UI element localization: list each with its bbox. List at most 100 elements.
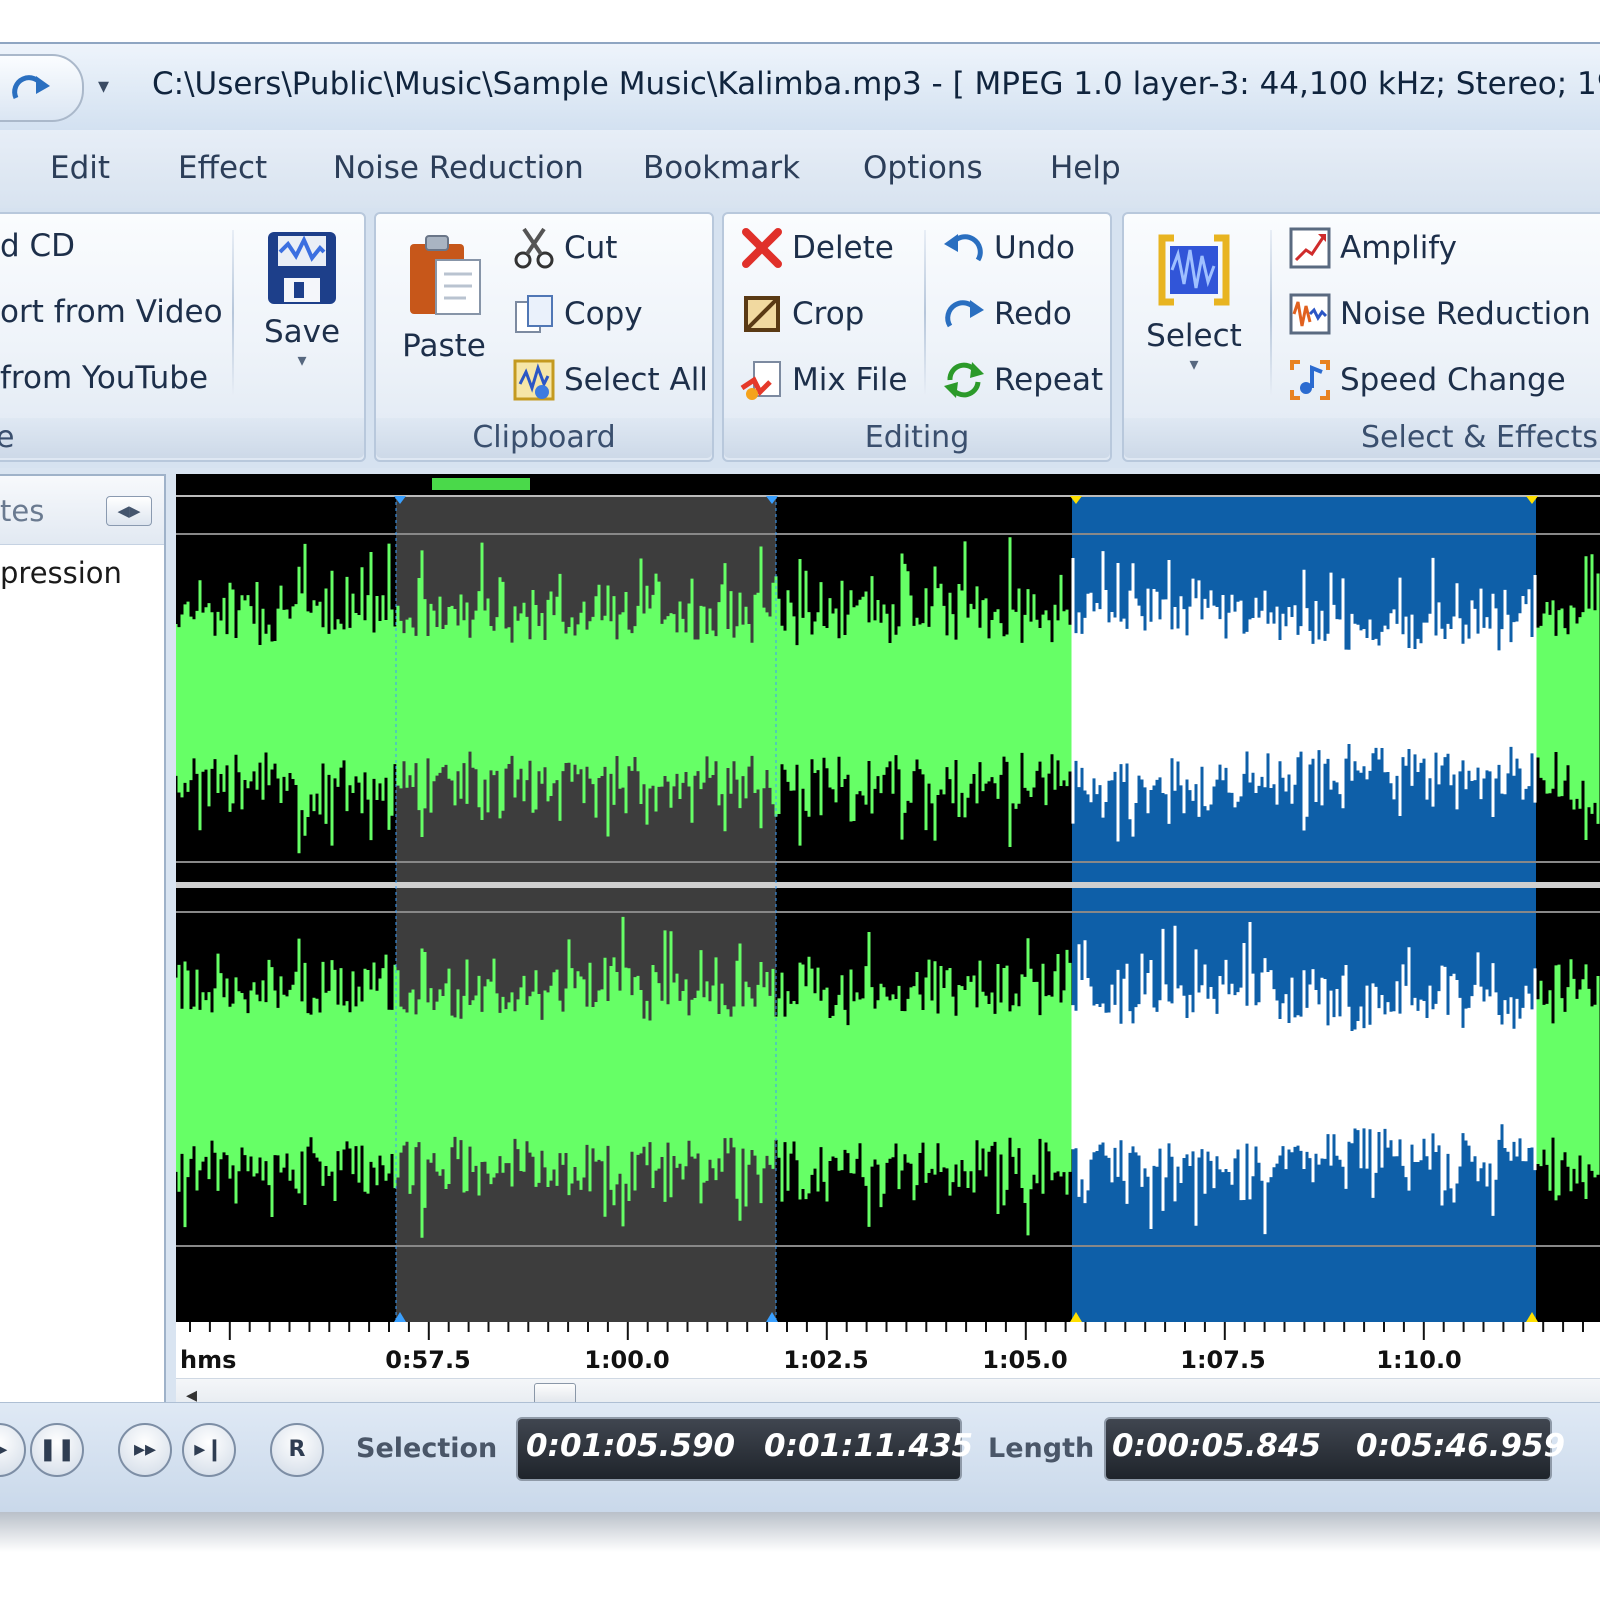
select-icon bbox=[1158, 234, 1230, 306]
redo-button[interactable]: Redo bbox=[942, 292, 1072, 336]
menu-bar: Edit Effect Noise Reduction Bookmark Opt… bbox=[0, 130, 1600, 208]
clipboard-group-label: Clipboard bbox=[376, 418, 712, 458]
list-item[interactable]: pression bbox=[0, 556, 122, 590]
window-title: C:\Users\Public\Music\Sample Music\Kalim… bbox=[152, 66, 1600, 102]
length-display: 0:00:05.845 0:05:46.959 bbox=[1104, 1417, 1565, 1481]
ruler-ticks bbox=[189, 1322, 1584, 1340]
length-value: 0:00:05.845 bbox=[1112, 1428, 1322, 1464]
record-button[interactable]: R bbox=[270, 1423, 324, 1477]
paste-label: Paste bbox=[402, 328, 486, 364]
speed-change-icon bbox=[1290, 360, 1330, 400]
mix-file-icon bbox=[740, 361, 781, 400]
tick-label: 1:00.0 bbox=[584, 1346, 670, 1374]
clipboard-group: Paste Cut Copy Select All Clipboard bbox=[374, 212, 714, 462]
editing-group: Delete Crop Mix File Undo Redo Repeat Ed… bbox=[722, 212, 1112, 462]
delete-label: Delete bbox=[792, 230, 894, 266]
selection-start-value: 0:01:05.590 bbox=[526, 1428, 736, 1464]
select-button[interactable]: Select ▾ bbox=[1144, 230, 1244, 375]
load-cd-label: d CD bbox=[0, 228, 76, 264]
file-group-label: e bbox=[0, 418, 364, 458]
left-panel-title: tes bbox=[0, 494, 45, 528]
panel-scroll-arrows-icon[interactable]: ◀▶ bbox=[106, 496, 152, 526]
length-label: Length bbox=[988, 1433, 1095, 1464]
separator bbox=[1270, 230, 1272, 396]
quick-access-redo-button[interactable] bbox=[0, 54, 84, 122]
select-all-label: Select All bbox=[564, 362, 708, 398]
pause-button[interactable]: ❚❚ bbox=[30, 1423, 84, 1477]
waveform-canvas[interactable] bbox=[176, 474, 1600, 1322]
save-dropdown-icon: ▾ bbox=[297, 350, 307, 371]
file-group: d CD ort from Video from YouTube Save ▾ … bbox=[0, 212, 366, 462]
menu-edit[interactable]: Edit bbox=[50, 150, 110, 186]
menu-noise-reduction[interactable]: Noise Reduction bbox=[333, 150, 584, 186]
redo-label: Redo bbox=[994, 296, 1072, 332]
time-unit-label: hms bbox=[180, 1346, 237, 1374]
scissors-icon bbox=[514, 227, 554, 269]
paste-button[interactable]: Paste bbox=[394, 230, 494, 364]
play-button[interactable]: ▶ bbox=[0, 1423, 26, 1477]
mix-file-button[interactable]: Mix File bbox=[740, 358, 907, 402]
save-label: Save bbox=[263, 314, 341, 350]
noise-reduction-icon bbox=[1289, 293, 1331, 335]
crop-label: Crop bbox=[792, 296, 865, 332]
tick-label: 1:07.5 bbox=[1180, 1346, 1266, 1374]
repeat-label: Repeat bbox=[994, 362, 1104, 398]
copy-label: Copy bbox=[564, 296, 643, 332]
tick-label: 1:05.0 bbox=[982, 1346, 1068, 1374]
overview-position-indicator[interactable] bbox=[432, 478, 530, 490]
select-all-button[interactable]: Select All bbox=[512, 358, 708, 402]
app-window: ▾ C:\Users\Public\Music\Sample Music\Kal… bbox=[0, 42, 1600, 1517]
crop-button[interactable]: Crop bbox=[740, 292, 864, 336]
tick-label: 1:02.5 bbox=[783, 1346, 869, 1374]
waveform-view[interactable] bbox=[176, 474, 1600, 1322]
tick-label: 1:10.0 bbox=[1376, 1346, 1462, 1374]
cut-label: Cut bbox=[564, 230, 618, 266]
separator bbox=[924, 230, 926, 396]
editing-group-label: Editing bbox=[724, 418, 1110, 458]
transport-bar: ▶ ❚❚ ▸▸ ▸❙ R Selection 0:01:05.590 0:01:… bbox=[0, 1402, 1600, 1514]
ribbon: d CD ort from Video from YouTube Save ▾ … bbox=[0, 208, 1600, 468]
from-youtube-button[interactable]: from YouTube bbox=[0, 360, 208, 396]
tick-label: 0:57.5 bbox=[385, 1346, 471, 1374]
fast-forward-button[interactable]: ▸▸ bbox=[118, 1423, 172, 1477]
paste-icon bbox=[410, 235, 481, 315]
speed-change-button[interactable]: Speed Change bbox=[1288, 358, 1566, 402]
speed-change-label: Speed Change bbox=[1340, 362, 1566, 398]
menu-bookmark[interactable]: Bookmark bbox=[643, 150, 800, 186]
delete-button[interactable]: Delete bbox=[740, 226, 894, 270]
title-bar: ▾ C:\Users\Public\Music\Sample Music\Kal… bbox=[0, 44, 1600, 131]
crop-icon bbox=[744, 296, 780, 332]
menu-options[interactable]: Options bbox=[863, 150, 983, 186]
select-dropdown-icon: ▾ bbox=[1189, 354, 1199, 375]
cut-button[interactable]: Cut bbox=[512, 226, 617, 270]
total-length-value: 0:05:46.959 bbox=[1356, 1428, 1566, 1464]
quick-access-dropdown-icon[interactable]: ▾ bbox=[98, 74, 109, 99]
save-button[interactable]: Save ▾ bbox=[254, 230, 350, 371]
undo-label: Undo bbox=[994, 230, 1075, 266]
import-from-video-button[interactable]: ort from Video bbox=[0, 294, 223, 330]
menu-help[interactable]: Help bbox=[1050, 150, 1121, 186]
left-panel: tes ◀▶ pression bbox=[0, 474, 166, 1404]
load-cd-button[interactable]: d CD bbox=[0, 228, 75, 264]
select-label: Select bbox=[1146, 318, 1242, 354]
select-effects-group-label: Select & Effects bbox=[1124, 418, 1600, 458]
repeat-button[interactable]: Repeat bbox=[942, 358, 1103, 402]
skip-to-end-button[interactable]: ▸❙ bbox=[182, 1423, 236, 1477]
amplify-button[interactable]: Amplify bbox=[1288, 226, 1457, 270]
copy-icon bbox=[515, 295, 553, 333]
selection-display: 0:01:05.590 0:01:11.435 bbox=[516, 1417, 973, 1481]
noise-reduction-label: Noise Reduction bbox=[1340, 296, 1591, 332]
selection-end-value: 0:01:11.435 bbox=[764, 1428, 974, 1464]
menu-effect[interactable]: Effect bbox=[178, 150, 267, 186]
window-shadow bbox=[0, 1512, 1600, 1552]
amplify-icon bbox=[1289, 227, 1331, 269]
select-all-icon bbox=[513, 359, 555, 401]
copy-button[interactable]: Copy bbox=[512, 292, 643, 336]
undo-button[interactable]: Undo bbox=[942, 226, 1075, 270]
import-from-video-label: ort from Video bbox=[0, 294, 223, 330]
noise-reduction-button[interactable]: Noise Reduction bbox=[1288, 292, 1591, 336]
undo-icon bbox=[944, 234, 983, 262]
timeline-ruler: hms 0:57.5 1:00.0 1:02.5 1:05.0 1:07.5 1… bbox=[176, 1322, 1600, 1378]
mix-file-label: Mix File bbox=[792, 362, 908, 398]
from-youtube-label: from YouTube bbox=[0, 360, 209, 396]
